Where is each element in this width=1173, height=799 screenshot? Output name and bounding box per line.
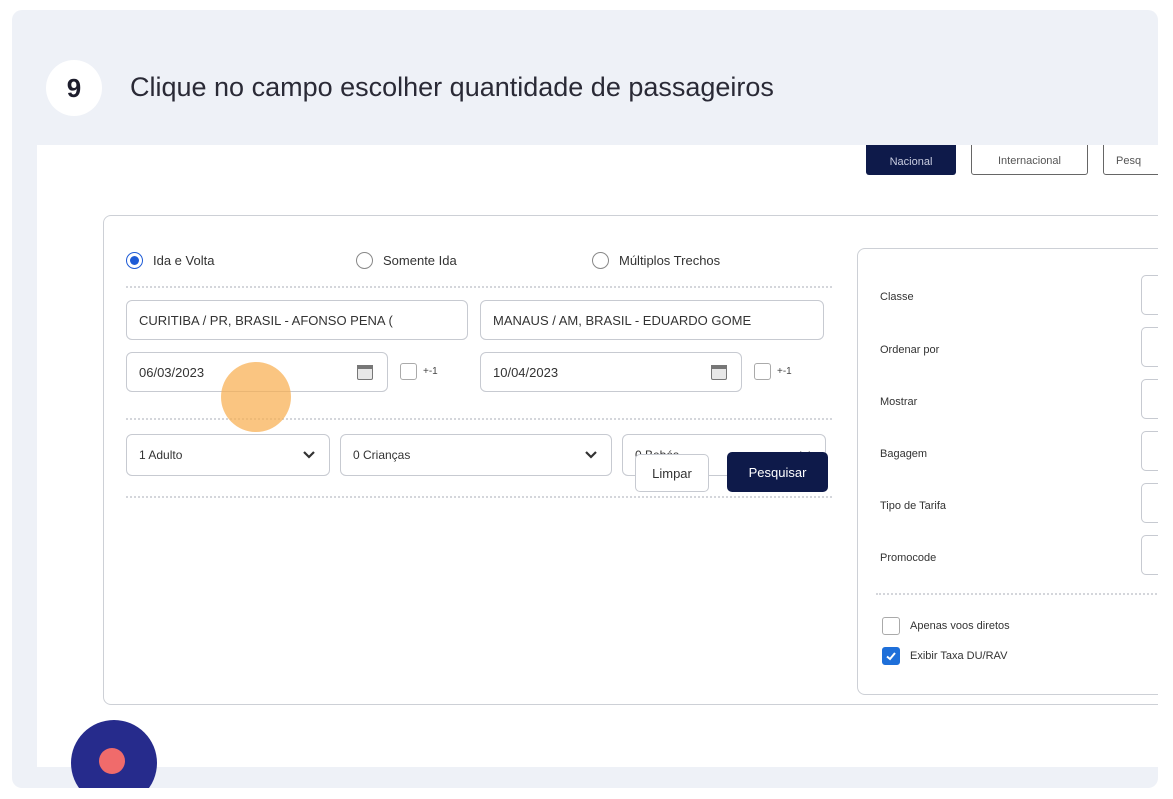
- tab-pesquisa[interactable]: Pesq: [1103, 145, 1158, 175]
- clear-button[interactable]: Limpar: [635, 454, 709, 492]
- tab-internacional[interactable]: Internacional: [971, 145, 1088, 175]
- chevron-down-icon: [585, 451, 597, 459]
- children-value: 0 Crianças: [353, 448, 411, 462]
- checkbox-icon: [882, 617, 900, 635]
- filter-label-class: Classe: [880, 291, 914, 303]
- radio-unselected-icon: [356, 252, 373, 269]
- fare-type-select[interactable]: [1141, 483, 1158, 523]
- return-flex-checkbox[interactable]: +-1: [754, 363, 792, 380]
- radio-unselected-icon: [592, 252, 609, 269]
- show-select[interactable]: [1141, 379, 1158, 419]
- direct-flights-label: Apenas voos diretos: [910, 620, 1010, 632]
- adults-select[interactable]: 1 Adulto: [126, 434, 330, 476]
- return-date-value: 10/04/2023: [493, 364, 559, 380]
- click-indicator: [221, 362, 291, 432]
- filter-label-sort: Ordenar por: [880, 344, 940, 356]
- radio-round-trip-label: Ida e Volta: [153, 253, 215, 268]
- filter-label-baggage: Bagagem: [880, 448, 928, 460]
- checkbox-icon: [754, 363, 771, 380]
- destination-input[interactable]: MANAUS / AM, BRASIL - EDUARDO GOME: [480, 300, 824, 340]
- children-select[interactable]: 0 Crianças: [340, 434, 612, 476]
- filter-label-show: Mostrar: [880, 396, 918, 408]
- checkmark-icon: [882, 647, 900, 665]
- show-fee-label: Exibir Taxa DU/RAV: [910, 650, 1008, 662]
- departure-date-value: 06/03/2023: [139, 364, 205, 380]
- divider: [876, 593, 1158, 595]
- step-instruction: Clique no campo escolher quantidade de p…: [130, 72, 774, 102]
- calendar-icon[interactable]: [711, 365, 727, 380]
- radio-selected-icon: [126, 252, 143, 269]
- filters-panel: Classe Ordenar por Mostrar Bagagem Tipo …: [857, 248, 1158, 695]
- flex-label: +-1: [423, 366, 438, 377]
- sort-select[interactable]: [1141, 327, 1158, 367]
- chevron-down-icon: [303, 451, 315, 459]
- tutorial-card: 9 Clique no campo escolher quantidade de…: [12, 10, 1158, 788]
- filter-label-promocode: Promocode: [880, 552, 937, 564]
- radio-round-trip[interactable]: Ida e Volta: [126, 252, 214, 269]
- flex-label: +-1: [777, 366, 792, 377]
- origin-input[interactable]: CURITIBA / PR, BRASIL - AFONSO PENA (: [126, 300, 468, 340]
- class-select[interactable]: [1141, 275, 1158, 315]
- search-button[interactable]: Pesquisar: [727, 452, 828, 492]
- filter-label-fare-type: Tipo de Tarifa: [880, 500, 947, 512]
- screenshot-area: Nacional Internacional Pesq Ida e Volta …: [37, 145, 1158, 767]
- radio-multi-city-label: Múltiplos Trechos: [619, 253, 721, 268]
- checkbox-icon: [400, 363, 417, 380]
- adults-value: 1 Adulto: [139, 448, 183, 462]
- step-number: 9: [66, 72, 82, 103]
- departure-flex-checkbox[interactable]: +-1: [400, 363, 438, 380]
- show-fee-checkbox[interactable]: Exibir Taxa DU/RAV: [882, 647, 1007, 665]
- step-number-badge: 9: [46, 60, 102, 116]
- calendar-icon[interactable]: [357, 365, 373, 380]
- divider: [126, 286, 832, 288]
- return-date-input[interactable]: 10/04/2023: [480, 352, 742, 392]
- divider: [126, 496, 832, 498]
- direct-flights-checkbox[interactable]: Apenas voos diretos: [882, 617, 1010, 635]
- notification-dot: [99, 748, 125, 774]
- baggage-select[interactable]: [1141, 431, 1158, 471]
- tab-nacional[interactable]: Nacional: [866, 145, 956, 175]
- radio-one-way-label: Somente Ida: [383, 253, 457, 268]
- radio-one-way[interactable]: Somente Ida: [356, 252, 457, 269]
- promocode-input[interactable]: [1141, 535, 1158, 575]
- radio-multi-city[interactable]: Múltiplos Trechos: [592, 252, 720, 269]
